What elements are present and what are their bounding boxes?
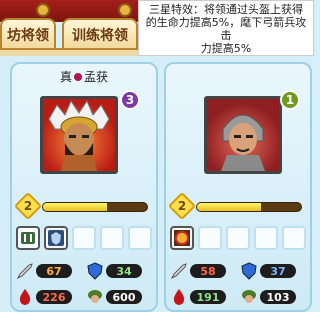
- defense-stat: 34: [86, 262, 142, 280]
- equipment-slot-1[interactable]: [16, 226, 40, 250]
- defense-value: 37: [260, 264, 296, 278]
- equipment-slot-4[interactable]: [254, 226, 278, 250]
- star-rank-badge: 1: [280, 90, 300, 110]
- banner-ornament: [118, 3, 132, 17]
- shield-icon: [240, 262, 258, 280]
- emblem-icon: [174, 230, 190, 246]
- equipment-slot-5[interactable]: [128, 226, 152, 250]
- level-row: 2: [167, 191, 308, 221]
- star-rank-badge: 3: [120, 90, 140, 110]
- general-portrait[interactable]: [204, 96, 282, 174]
- equipment-slot-2[interactable]: [198, 226, 222, 250]
- general-name-text: 孟获: [84, 70, 109, 84]
- attack-value: 67: [36, 264, 72, 278]
- troops-value: 600: [106, 290, 142, 304]
- defense-stat: 37: [240, 262, 296, 280]
- equipment-slot-5[interactable]: [282, 226, 306, 250]
- tab-train-generals[interactable]: 训练将领: [62, 18, 138, 50]
- level-progress-bar: [196, 202, 302, 212]
- general-card-2[interactable]: 1 2 58 37 191 103: [164, 62, 312, 312]
- blood-drop-icon: [170, 288, 188, 306]
- level-progress-fill: [197, 203, 262, 211]
- equipment-slot-3[interactable]: [72, 226, 96, 250]
- equipment-slot-3[interactable]: [226, 226, 250, 250]
- troops-stat: 103: [240, 288, 296, 306]
- sword-icon: [170, 262, 188, 280]
- level-row: 2: [13, 191, 154, 221]
- equipment-slot-2[interactable]: [44, 226, 68, 250]
- hp-stat: 226: [16, 288, 72, 306]
- attack-stat: 67: [16, 262, 72, 280]
- banner-ornament: [36, 3, 50, 17]
- level-progress-bar: [42, 202, 148, 212]
- general-card-1[interactable]: 真孟获 3 2 67 34 226 600: [10, 62, 158, 312]
- armor-icon: [21, 232, 35, 244]
- sword-icon: [16, 262, 34, 280]
- soldier-icon: [240, 288, 258, 306]
- blood-drop-icon: [16, 288, 34, 306]
- attack-value: 58: [190, 264, 226, 278]
- attack-stat: 58: [170, 262, 226, 280]
- level-progress-fill: [43, 203, 108, 211]
- level-number: 2: [23, 199, 33, 213]
- soldier-icon: [86, 288, 104, 306]
- hp-value: 226: [36, 290, 72, 304]
- general-name-prefix: 真: [59, 70, 72, 84]
- troops-stat: 600: [86, 288, 142, 306]
- tooltip-line-3: 力提高5%: [200, 42, 252, 55]
- equipment-slots: [16, 226, 156, 250]
- tab-generals[interactable]: 坊将领: [0, 18, 56, 50]
- tooltip-line-1: 三星特效：将领通过头盔上获得: [149, 3, 303, 16]
- troops-value: 103: [260, 290, 296, 304]
- general-portrait[interactable]: [40, 96, 118, 174]
- hp-value: 191: [190, 290, 226, 304]
- shield-icon: [86, 262, 104, 280]
- level-number: 2: [177, 199, 187, 213]
- defense-value: 34: [106, 264, 142, 278]
- equipment-slots: [170, 226, 310, 250]
- hp-stat: 191: [170, 288, 226, 306]
- equipment-slot-4[interactable]: [100, 226, 124, 250]
- tooltip-line-2: 的生命力提高5%，麾下弓箭兵攻击: [145, 16, 307, 42]
- effect-tooltip: 三星特效：将领通过头盔上获得 的生命力提高5%，麾下弓箭兵攻击 力提高5%: [138, 0, 314, 56]
- name-dot-icon: [74, 73, 82, 81]
- equipment-slot-1[interactable]: [170, 226, 194, 250]
- general-name: 真孟获: [12, 68, 156, 85]
- shield-item-icon: [48, 230, 64, 246]
